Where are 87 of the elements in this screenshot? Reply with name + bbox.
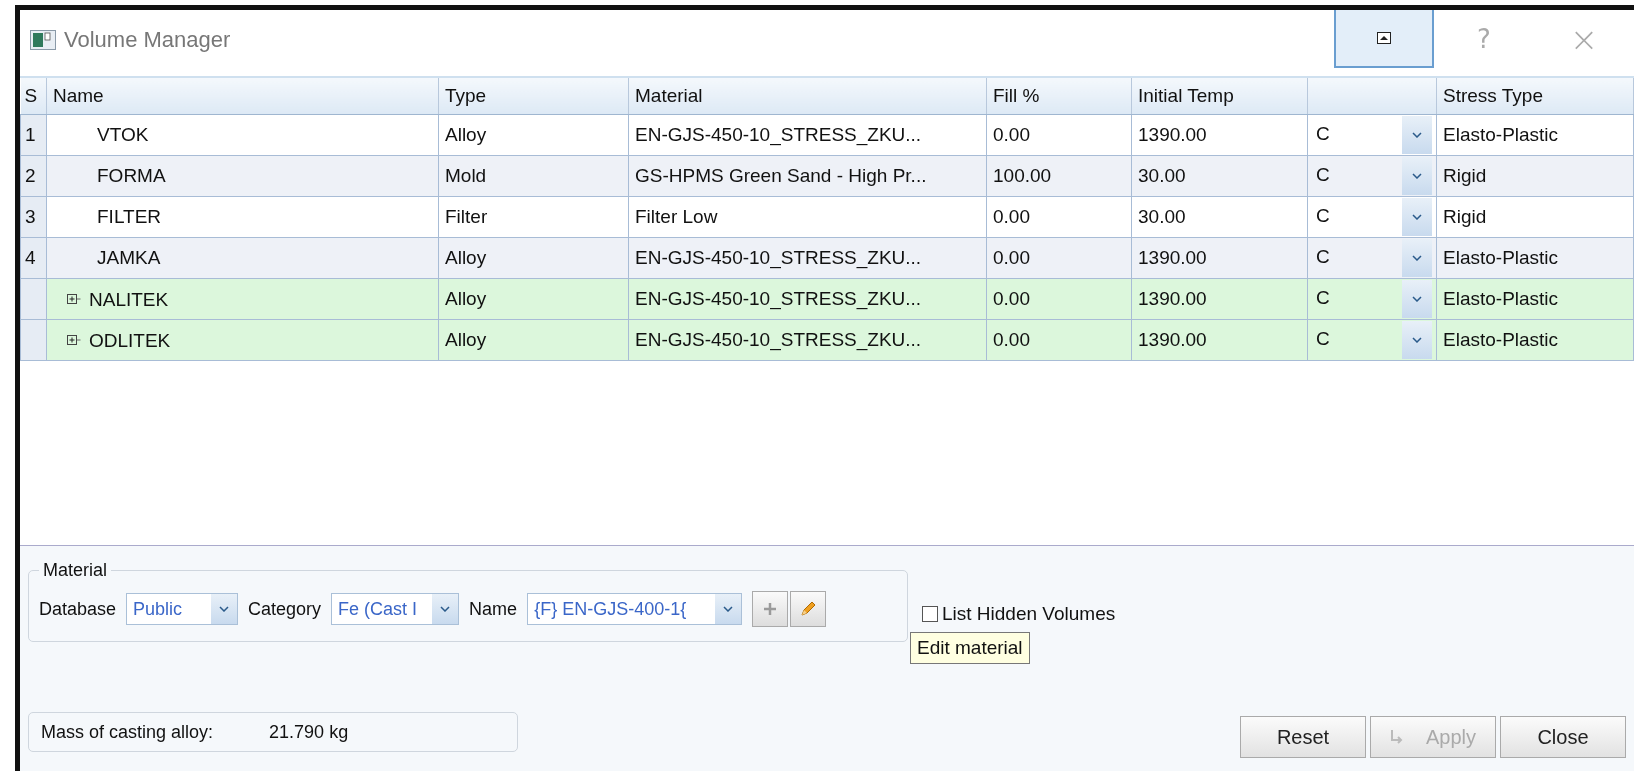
table-cell: 1390.00 (1131, 114, 1308, 156)
table-cell: 1390.00 (1131, 237, 1308, 279)
table-cell: EN-GJS-450-10_STRESS_ZKU... (628, 114, 987, 156)
table-cell: Filter (438, 196, 629, 238)
table-cell: 0.00 (986, 196, 1132, 238)
field-label: Database (39, 598, 117, 620)
app-icon (30, 30, 56, 50)
pencil-icon (799, 600, 818, 618)
chevron-icon (1412, 214, 1422, 220)
table-cell: Elasto-Plastic (1436, 319, 1634, 361)
row-header (20, 278, 47, 320)
chevron-icon (440, 606, 451, 612)
table-cell: EN-GJS-450-10_STRESS_ZKU... (628, 319, 987, 361)
plus-icon (762, 601, 779, 617)
table-cell: 1390.00 (1131, 278, 1308, 320)
chevron-icon (1412, 132, 1422, 138)
table-cell: EN-GJS-450-10_STRESS_ZKU... (628, 278, 987, 320)
table-cell: Rigid (1436, 196, 1634, 238)
unit-dropdown[interactable]: C (1307, 319, 1437, 361)
field-label: Category (248, 598, 322, 620)
mass-value: 21.790 kg (269, 721, 349, 743)
category-dropdown[interactable]: Fe (Cast I (331, 593, 460, 625)
table-cell: 30.00 (1131, 155, 1308, 197)
chevron-icon (1412, 255, 1422, 261)
table-cell: 0.00 (986, 319, 1132, 361)
table-cell: Elasto-Plastic (1436, 237, 1634, 279)
table-cell: Alloy (438, 237, 629, 279)
row-number: 1 (20, 114, 47, 156)
unit-dropdown[interactable]: C (1307, 196, 1437, 238)
table-cell: EN-GJS-450-10_STRESS_ZKU... (628, 237, 987, 279)
unit-dropdown[interactable]: C (1307, 278, 1437, 320)
collapse-button[interactable] (1334, 10, 1434, 68)
table-cell: JAMKA (46, 237, 439, 279)
window-title: Volume Manager (64, 27, 231, 53)
table-cell: FILTER (46, 196, 439, 238)
unit-dropdown[interactable]: C (1307, 237, 1437, 279)
row-header (20, 319, 47, 361)
column-header[interactable]: Type (438, 78, 629, 115)
table-cell: Alloy (438, 114, 629, 156)
table-cell: FORMA (46, 155, 439, 197)
table-cell: 30.00 (1131, 196, 1308, 238)
table-cell: VTOK (46, 114, 439, 156)
dialog-button[interactable]: Close (1500, 716, 1626, 758)
table-cell: Alloy (438, 319, 629, 361)
chevron-icon (219, 606, 230, 612)
table-cell: 1390.00 (1131, 319, 1308, 361)
column-header[interactable]: Fill % (986, 78, 1132, 115)
material-dropdown[interactable]: {F} EN-GJS-400-1{ (527, 593, 743, 625)
collapse-icon (1377, 32, 1391, 44)
table-cell: 0.00 (986, 237, 1132, 279)
list-hidden-checkbox[interactable]: List Hidden Volumes (922, 603, 1116, 625)
mass-label: Mass of casting alloy: (41, 721, 214, 743)
database-dropdown[interactable]: Public (126, 593, 239, 625)
table-cell: Mold (438, 155, 629, 197)
unit-dropdown[interactable]: C (1307, 114, 1437, 156)
table-cell: ODLITEK (46, 319, 439, 361)
unit-dropdown[interactable]: C (1307, 155, 1437, 197)
row-number: 3 (20, 196, 47, 238)
column-header[interactable]: Stress Type (1436, 78, 1634, 115)
row-number: 2 (20, 155, 47, 197)
expand-icon[interactable] (67, 334, 81, 347)
column-header[interactable]: Initial Temp (1131, 78, 1308, 115)
table-cell: 0.00 (986, 278, 1132, 320)
column-header[interactable]: Material (628, 78, 987, 115)
add-button[interactable] (752, 591, 789, 627)
edit-button[interactable] (790, 591, 827, 627)
table-cell: NALITEK (46, 278, 439, 320)
table-cell: 100.00 (986, 155, 1132, 197)
column-header[interactable]: S (20, 78, 47, 115)
column-header[interactable]: Name (46, 78, 439, 115)
table-cell: Rigid (1436, 155, 1634, 197)
chevron-icon (1412, 296, 1422, 302)
group-title: Material (42, 560, 109, 581)
row-number: 4 (20, 237, 47, 279)
table-cell: 0.00 (986, 114, 1132, 156)
table-cell: Elasto-Plastic (1436, 278, 1634, 320)
tooltip: Edit material (910, 632, 1030, 664)
expand-icon[interactable] (67, 293, 81, 306)
chevron-icon (1412, 337, 1422, 343)
chevron-icon (1412, 173, 1422, 179)
field-label: Name (469, 598, 518, 620)
dialog-button[interactable]: Reset (1240, 716, 1366, 758)
table-cell: Elasto-Plastic (1436, 114, 1634, 156)
table-cell: GS-HPMS Green Sand - High Pr... (628, 155, 987, 197)
chevron-icon (723, 606, 734, 612)
table-cell: Alloy (438, 278, 629, 320)
table-cell: Filter Low (628, 196, 987, 238)
